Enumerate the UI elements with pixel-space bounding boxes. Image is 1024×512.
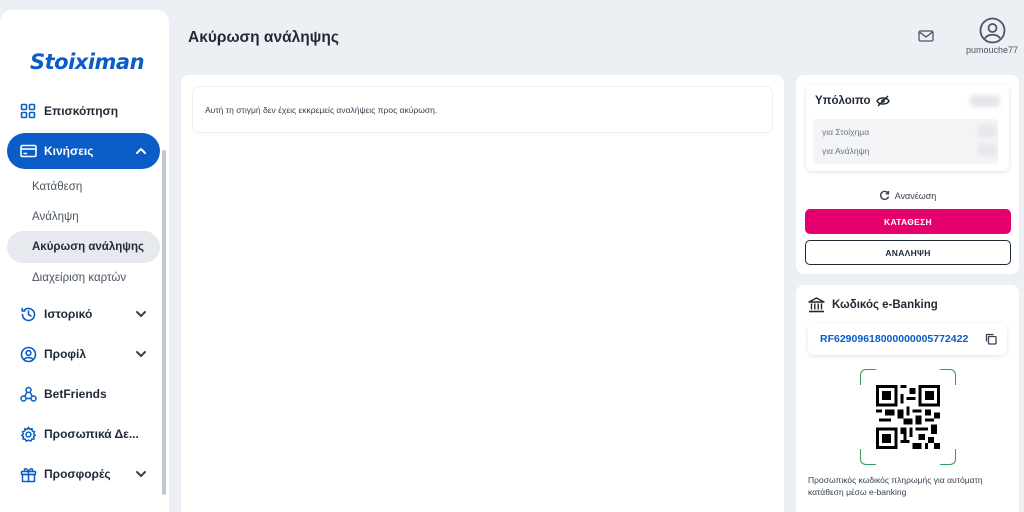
mail-icon[interactable] [917, 28, 935, 44]
sidebar-item-label: Προφίλ [44, 347, 87, 361]
sidebar-item-label: Κινήσεις [44, 144, 94, 158]
deposit-button[interactable]: ΚΑΤΑΘΕΣΗ [805, 209, 1011, 234]
balance-withdraw-label: για Ανάληψη [822, 146, 870, 156]
user-circle-icon [19, 345, 37, 363]
sidebar-item-history[interactable]: Ιστορικό [7, 296, 160, 332]
sidebar-item-label: Προσωπικά Δε... [44, 427, 139, 441]
ebanking-card: Κωδικός e-Banking RF62909618000000005772… [796, 285, 1019, 512]
refresh-icon [879, 190, 889, 201]
bank-icon [808, 297, 825, 313]
chevron-down-icon[interactable] [134, 467, 148, 481]
eye-off-icon[interactable] [876, 95, 891, 107]
sidebar-subitem-manage-cards[interactable]: Διαχείριση καρτών [7, 262, 160, 294]
sidebar-item-profile[interactable]: Προφίλ [7, 336, 160, 372]
friends-icon [19, 385, 37, 403]
ebanking-code-field[interactable]: RF62909618000000005772422 [808, 323, 1007, 355]
copy-icon[interactable] [985, 333, 997, 345]
avatar-icon[interactable] [979, 17, 1006, 44]
page-title: Ακύρωση ανάληψης [188, 29, 339, 46]
gear-icon [19, 425, 37, 443]
refresh-button[interactable]: Ανανέωση [796, 190, 1019, 201]
logo[interactable]: Stoiximan [30, 50, 145, 74]
sidebar-item-label: BetFriends [44, 387, 107, 401]
balance-withdraw-hidden [978, 144, 996, 156]
ebanking-code: RF62909618000000005772422 [820, 333, 969, 345]
sidebar-item-personal-data[interactable]: Προσωπικά Δε... [7, 416, 160, 452]
sidebar-subitem-cancel-withdrawal[interactable]: Ακύρωση ανάληψης [7, 231, 160, 263]
sidebar-scrollbar[interactable] [162, 150, 166, 495]
sidebar: Stoiximan Επισκόπηση Κινήσεις Κατάθεση Α… [0, 10, 169, 512]
balance-bet-label: για Στοίχημα [822, 127, 870, 137]
balance-title-text: Υπόλοιπο [815, 95, 871, 107]
sidebar-item-transactions[interactable]: Κινήσεις [7, 133, 160, 169]
empty-state-message: Αυτή τη στιγμή δεν έχεις εκκρεμείς αναλή… [193, 87, 772, 132]
ebanking-title-text: Κωδικός e-Banking [832, 299, 938, 311]
sidebar-item-offers[interactable]: Προσφορές [7, 456, 160, 492]
sidebar-subitem-deposit[interactable]: Κατάθεση [7, 171, 160, 203]
gift-icon [19, 465, 37, 483]
card-icon [19, 142, 37, 160]
sidebar-subitem-label: Ανάληψη [32, 211, 79, 223]
sidebar-item-overview[interactable]: Επισκόπηση [7, 93, 160, 129]
empty-state-text: Αυτή τη στιγμή δεν έχεις εκκρεμείς αναλή… [205, 104, 438, 115]
sub-balances: για Στοίχημα για Ανάληψη [813, 119, 998, 164]
ebanking-note: Προσωπικός κωδικός πληρωμής για αυτόματη… [808, 475, 983, 497]
withdraw-button[interactable]: ΑΝΑΛΗΨΗ [805, 240, 1011, 265]
sidebar-subitem-label: Κατάθεση [32, 181, 83, 193]
chevron-down-icon[interactable] [134, 347, 148, 361]
sidebar-item-label: Επισκόπηση [44, 104, 119, 118]
balance-title: Υπόλοιπο [815, 95, 891, 107]
qr-code-frame [860, 369, 956, 465]
history-icon [19, 305, 37, 323]
refresh-label: Ανανέωση [894, 190, 937, 201]
chevron-down-icon[interactable] [134, 307, 148, 321]
sidebar-subitem-withdraw[interactable]: Ανάληψη [7, 201, 160, 233]
ebanking-title: Κωδικός e-Banking [808, 297, 938, 313]
sidebar-subitem-label: Ακύρωση ανάληψης [32, 241, 144, 253]
balance-box: Υπόλοιπο για Στοίχημα για Ανάληψη [806, 85, 1009, 171]
balance-bet-hidden [978, 125, 996, 137]
sidebar-item-label: Προσφορές [44, 467, 111, 481]
sidebar-item-label: Ιστορικό [44, 307, 93, 321]
username[interactable]: pumouche77 [960, 45, 1024, 55]
balance-card: Υπόλοιπο για Στοίχημα για Ανάληψη Ανανέω… [796, 75, 1019, 274]
chevron-up-icon[interactable] [134, 144, 148, 158]
grid-icon [19, 102, 37, 120]
qr-code [876, 385, 940, 449]
sidebar-subitem-label: Διαχείριση καρτών [32, 272, 127, 284]
sidebar-item-betfriends[interactable]: BetFriends [7, 376, 160, 412]
balance-total-hidden [970, 95, 1000, 107]
main-content: Αυτή τη στιγμή δεν έχεις εκκρεμείς αναλή… [181, 75, 784, 512]
